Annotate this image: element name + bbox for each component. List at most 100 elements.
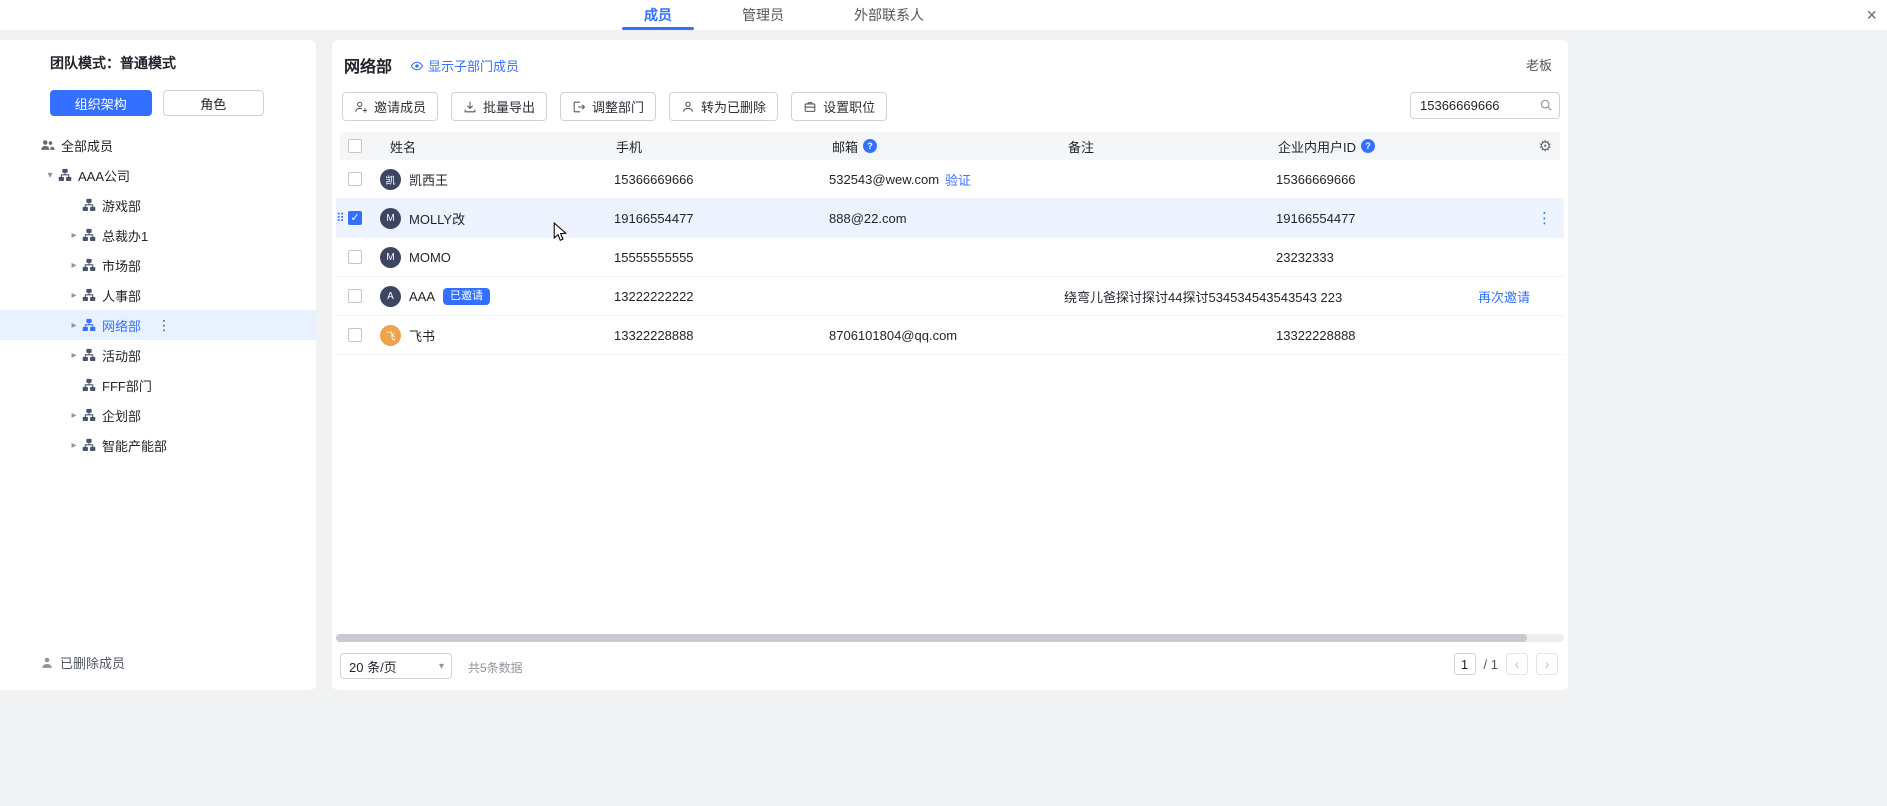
top-tab-bar: 成员 管理员 外部联系人 × bbox=[0, 0, 1887, 30]
column-remark: 备注 bbox=[1068, 132, 1094, 160]
team-mode-title: 团队模式：普通模式 bbox=[50, 53, 176, 73]
company-item[interactable]: ▾ AAA公司 bbox=[0, 160, 316, 190]
tab-members[interactable]: 成员 bbox=[622, 0, 694, 30]
department-item[interactable]: ▸ 市场部 bbox=[0, 250, 316, 280]
reinvite-link[interactable]: 再次邀请 bbox=[1478, 277, 1530, 315]
chevron-right-icon[interactable]: ▸ bbox=[66, 320, 82, 331]
total-count: 共5条数据 bbox=[468, 659, 523, 676]
all-members-item[interactable]: 全部成员 bbox=[0, 130, 316, 160]
member-email: 888@22.com bbox=[829, 211, 907, 226]
help-icon[interactable] bbox=[1361, 139, 1375, 153]
top-tabs: 成员 管理员 外部联系人 bbox=[622, 0, 946, 30]
batch-export-label: 批量导出 bbox=[483, 97, 535, 116]
toolbar: 邀请成员 批量导出 调整部门 转为已删除 设置职位 bbox=[342, 92, 887, 121]
tab-members-label: 成员 bbox=[644, 5, 672, 25]
table-footer: 20 条/页 ▾ 共5条数据 1 / 1 ‹ › bbox=[340, 652, 1558, 680]
department-item-selected[interactable]: ▸ 网络部 ⋮ bbox=[0, 310, 316, 340]
deleted-member-icon bbox=[40, 656, 54, 670]
verify-email-link[interactable]: 验证 bbox=[945, 170, 971, 189]
member-name: 凯西王 bbox=[409, 170, 448, 189]
department-icon bbox=[82, 438, 96, 452]
department-label: 网络部 bbox=[102, 316, 141, 335]
member-phone: 19166554477 bbox=[614, 199, 694, 237]
avatar: 凯 bbox=[380, 169, 401, 190]
prev-page-button[interactable]: ‹ bbox=[1506, 653, 1528, 675]
department-item[interactable]: 游戏部 bbox=[0, 190, 316, 220]
department-item[interactable]: FFF部门 bbox=[0, 370, 316, 400]
department-item[interactable]: ▸ 企划部 bbox=[0, 400, 316, 430]
role-button[interactable]: 角色 bbox=[163, 90, 265, 116]
close-icon[interactable]: × bbox=[1862, 2, 1881, 28]
department-item[interactable]: ▸ 活动部 bbox=[0, 340, 316, 370]
row-checkbox-checked[interactable] bbox=[348, 211, 362, 225]
column-email-label: 邮箱 bbox=[832, 137, 858, 156]
org-structure-button[interactable]: 组织架构 bbox=[50, 90, 152, 116]
transfer-deleted-button[interactable]: 转为已删除 bbox=[669, 92, 778, 121]
department-item[interactable]: ▸ 总裁办1 bbox=[0, 220, 316, 250]
batch-export-button[interactable]: 批量导出 bbox=[451, 92, 547, 121]
member-management-page: 成员 管理员 外部联系人 × 团队模式：普通模式 组织架构 角色 全部成员 ▾ … bbox=[0, 0, 1887, 806]
department-item[interactable]: ▸ 人事部 bbox=[0, 280, 316, 310]
member-phone: 15366669666 bbox=[614, 160, 694, 198]
chevron-down-icon[interactable]: ▾ bbox=[42, 170, 58, 181]
select-all-checkbox[interactable] bbox=[348, 139, 362, 153]
table-row: M MOMO 15555555555 23232333 bbox=[336, 238, 1564, 277]
help-icon[interactable] bbox=[863, 139, 877, 153]
show-subdepartment-link[interactable]: 显示子部门成员 bbox=[410, 56, 519, 75]
invite-member-button[interactable]: 邀请成员 bbox=[342, 92, 438, 121]
company-label: AAA公司 bbox=[78, 166, 130, 185]
tab-admins[interactable]: 管理员 bbox=[720, 0, 806, 30]
column-settings-icon[interactable]: ⚙ bbox=[1539, 132, 1552, 160]
row-more-icon[interactable]: ⋮ bbox=[1537, 199, 1552, 237]
member-phone: 13222222222 bbox=[614, 277, 694, 315]
chevron-right-icon[interactable]: ▸ bbox=[66, 410, 82, 421]
chevron-right-icon[interactable]: ▸ bbox=[66, 350, 82, 361]
table-header: 姓名 手机 邮箱 备注 企业内用户ID ⚙ bbox=[340, 132, 1560, 160]
member-phone: 13322228888 bbox=[614, 316, 694, 354]
member-name: 飞书 bbox=[409, 326, 435, 345]
member-remark: 绕弯儿爸探讨探讨44探讨534534543543543 223 bbox=[1064, 277, 1342, 315]
search-input[interactable] bbox=[1410, 92, 1560, 119]
members-panel: 网络部 显示子部门成员 老板 邀请成员 批量导出 调整部门 转为已删除 bbox=[332, 40, 1568, 690]
tab-admins-label: 管理员 bbox=[742, 5, 784, 25]
tab-external-contacts[interactable]: 外部联系人 bbox=[832, 0, 946, 30]
row-checkbox[interactable] bbox=[348, 172, 362, 186]
table-row-selected: ⠿ M MOLLY改 19166554477 888@22.com 191665… bbox=[336, 199, 1564, 238]
member-name: AAA bbox=[409, 289, 435, 304]
chevron-right-icon[interactable]: ▸ bbox=[66, 290, 82, 301]
page-size-select[interactable]: 20 条/页 ▾ bbox=[340, 653, 452, 679]
set-position-button[interactable]: 设置职位 bbox=[791, 92, 887, 121]
deleted-members-item[interactable]: 已删除成员 bbox=[40, 653, 125, 672]
page-total: / 1 bbox=[1484, 657, 1498, 672]
department-label: FFF部门 bbox=[102, 376, 152, 395]
column-name: 姓名 bbox=[390, 132, 416, 160]
chevron-right-icon[interactable]: ▸ bbox=[66, 440, 82, 451]
department-label: 市场部 bbox=[102, 256, 141, 275]
sidebar-switcher: 组织架构 角色 bbox=[50, 90, 264, 116]
adjust-department-button[interactable]: 调整部门 bbox=[560, 92, 656, 121]
department-icon bbox=[82, 408, 96, 422]
pagination: 1 / 1 ‹ › bbox=[1454, 653, 1558, 675]
row-checkbox[interactable] bbox=[348, 328, 362, 342]
scrollbar-thumb[interactable] bbox=[336, 634, 1527, 642]
chevron-right-icon[interactable]: ▸ bbox=[66, 230, 82, 241]
download-icon bbox=[463, 100, 477, 114]
show-subdepartment-label: 显示子部门成员 bbox=[428, 56, 519, 75]
drag-handle-icon[interactable]: ⠿ bbox=[336, 199, 345, 237]
current-page[interactable]: 1 bbox=[1454, 653, 1476, 675]
department-item[interactable]: ▸ 智能产能部 bbox=[0, 430, 316, 460]
next-page-button[interactable]: › bbox=[1536, 653, 1558, 675]
member-phone: 15555555555 bbox=[614, 238, 694, 276]
search-icon[interactable] bbox=[1539, 98, 1553, 112]
department-more-icon[interactable]: ⋮ bbox=[157, 317, 172, 334]
department-icon bbox=[82, 348, 96, 362]
row-checkbox[interactable] bbox=[348, 289, 362, 303]
adjust-department-label: 调整部门 bbox=[592, 97, 644, 116]
eye-icon bbox=[410, 59, 424, 73]
org-tree: 全部成员 ▾ AAA公司 游戏部 ▸ 总裁办1 ▸ 市场部 bbox=[0, 130, 316, 460]
invited-badge: 已邀请 bbox=[443, 288, 490, 305]
chevron-right-icon[interactable]: ▸ bbox=[66, 260, 82, 271]
row-checkbox[interactable] bbox=[348, 250, 362, 264]
column-phone: 手机 bbox=[616, 132, 642, 160]
avatar: A bbox=[380, 286, 401, 307]
